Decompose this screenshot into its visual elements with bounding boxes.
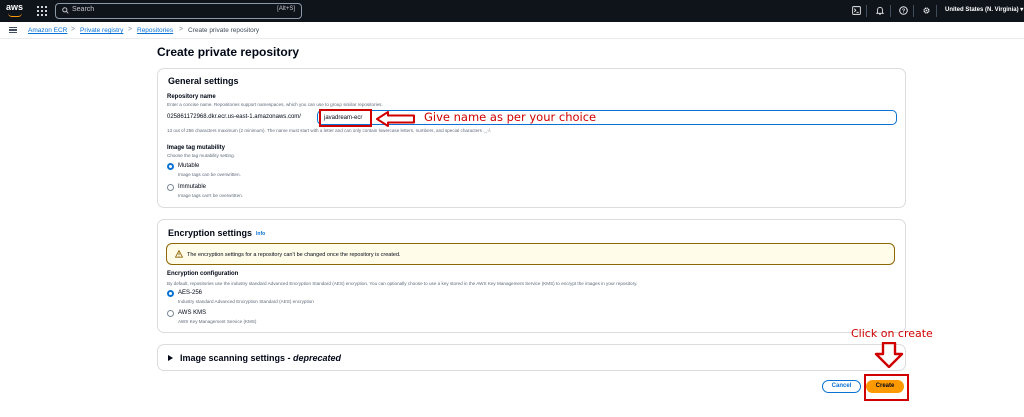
encryption-warning-text: The encryption settings for a repository… [187,252,401,258]
general-settings-title: General settings [168,76,239,86]
mutable-description: Image tags can be overwritten. [178,172,241,177]
gear-icon[interactable] [922,6,931,15]
search-icon [62,7,69,14]
deprecated-label: deprecated [293,353,342,363]
aes256-description: Industry standard Advanced Encryption St… [178,299,314,304]
repository-name-label: Repository name [167,94,216,100]
breadcrumb-repositories[interactable]: Repositories [137,27,173,34]
image-scanning-title: Image scanning settings - deprecated [180,353,341,363]
encryption-settings-title-text: Encryption settings [168,228,253,238]
immutable-radio[interactable] [167,184,174,191]
bell-icon[interactable] [876,6,884,15]
annotation-left-arrow-icon [376,111,415,127]
cloudshell-icon[interactable] [852,6,861,15]
kms-label: AWS KMS [178,310,207,316]
nav-divider [936,5,937,17]
region-selector[interactable]: United States (N. Virginia) ▾ [945,6,1023,13]
page-title: Create private repository [157,45,300,59]
help-icon[interactable]: ? [899,6,908,15]
info-link[interactable]: Info [256,231,265,237]
search-shortcut: [Alt+S] [277,6,295,12]
search-placeholder: Search [72,6,95,13]
aws-logo-text: aws [6,2,24,12]
annotation-name-highlight-box [319,109,372,127]
encryption-settings-panel: Encryption settings Info [157,219,906,333]
breadcrumb-private-registry[interactable]: Private registry [80,27,123,34]
encryption-settings-title: Encryption settings Info [168,228,265,238]
image-scanning-title-text: Image scanning settings - [180,353,294,363]
aes256-label: AES-256 [178,290,203,296]
breadcrumb-separator: > [128,26,133,33]
repository-name-description: Enter a concise name. Repositories suppo… [167,102,383,107]
breadcrumb-separator: > [179,26,184,33]
breadcrumb-amazon-ecr[interactable]: Amazon ECR [28,27,67,34]
cancel-button[interactable]: Cancel [822,380,861,393]
mutability-label: Image tag mutability [167,145,226,151]
aes256-radio[interactable] [167,290,174,297]
encryption-warning-alert: The encryption settings for a repository… [166,243,895,265]
repository-name-constraint: 13 out of 256 characters maximum (2 mini… [167,128,492,133]
search-input[interactable]: Search [Alt+S] [55,3,302,19]
aws-logo[interactable]: aws [6,3,26,19]
kms-radio[interactable] [167,310,174,317]
annotation-name-hint: Give name as per your choice [424,110,597,124]
immutable-label: Immutable [178,184,207,190]
encryption-config-description: By default, repositories use the industr… [167,281,638,286]
kms-description: AWS Key Management Service (KMS) [178,319,257,324]
breadcrumb: Amazon ECR > Private registry > Reposito… [0,22,1024,39]
annotation-create-highlight-box [864,374,909,401]
breadcrumb-current: Create private repository [188,27,260,34]
mutable-radio[interactable] [167,163,174,170]
mutable-label: Mutable [178,163,200,169]
top-navigation: aws Search [Alt+S] ? United States (N. V… [0,0,1024,22]
annotation-create-hint: Click on create [851,327,933,340]
aws-smile-icon [8,13,22,17]
mutability-description: Choose the tag mutability setting. [167,153,235,158]
annotation-down-arrow-icon [874,342,904,368]
immutable-description: Image tags can't be overwritten. [178,193,243,198]
nav-divider [913,5,914,17]
encryption-config-label: Encryption configuration [167,271,239,277]
apps-grid-icon[interactable] [37,6,47,16]
menu-icon[interactable] [9,27,17,33]
caret-right-icon [168,355,173,361]
svg-text:?: ? [902,8,905,14]
repository-uri-prefix: 025861172968.dkr.ecr.us-east-1.amazonaws… [167,114,301,120]
nav-divider [890,5,891,17]
breadcrumb-separator: > [71,26,76,33]
image-scanning-expander[interactable]: Image scanning settings - deprecated [157,344,906,371]
nav-divider [866,5,867,17]
general-settings-panel: General settings [157,68,906,208]
warning-icon [175,250,183,258]
